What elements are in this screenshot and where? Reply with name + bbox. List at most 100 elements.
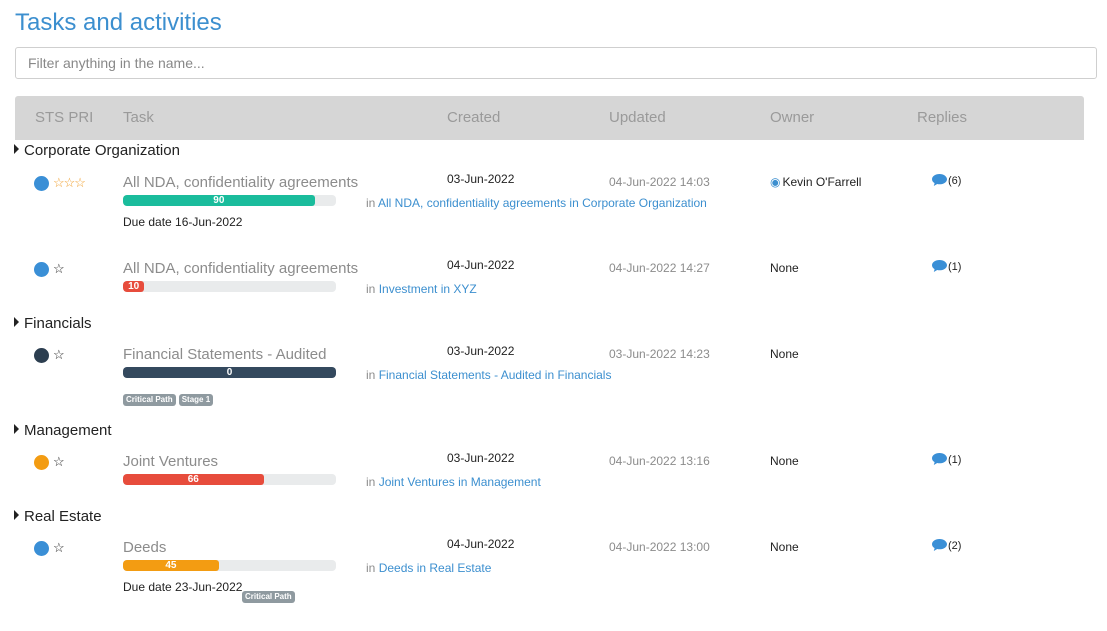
updated-date: 03-Jun-2022 14:23 [609, 347, 710, 361]
location-prefix: in [366, 282, 376, 296]
owner: None [770, 347, 799, 361]
task-name-link[interactable]: Financial Statements - Audited [123, 346, 326, 363]
location-link[interactable]: Investment in XYZ [379, 282, 477, 296]
owner: ◉ Kevin O'Farrell [770, 175, 861, 189]
location-prefix: in [366, 196, 376, 210]
replies-link[interactable]: (1) [932, 260, 961, 273]
created-date: 03-Jun-2022 [447, 172, 515, 186]
table-header: STS PRI Task Created Updated Owner Repli… [15, 96, 1084, 140]
group-name: Financials [24, 315, 92, 332]
progress-fill: 10 [123, 281, 145, 292]
chat-bubble-icon [932, 174, 947, 186]
caret-right-icon [14, 424, 19, 434]
chat-bubble-icon [932, 453, 947, 465]
location-prefix: in [366, 475, 376, 489]
chat-bubble-icon [932, 260, 947, 272]
task-tags: Critical Path Stage 1 [123, 389, 216, 407]
status-indicator[interactable] [34, 176, 49, 191]
location-link[interactable]: Joint Ventures in Management [379, 475, 541, 489]
progress-fill: 0 [123, 367, 336, 378]
priority-star-icon[interactable]: ☆ [53, 454, 65, 470]
created-date: 04-Jun-2022 [447, 537, 515, 551]
due-date: Due date 16-Jun-2022 [123, 215, 243, 229]
replies-link[interactable]: (1) [932, 453, 961, 466]
priority-star-icon[interactable]: ☆ [53, 261, 65, 277]
column-owner[interactable]: Owner [770, 109, 814, 126]
caret-right-icon [14, 144, 19, 154]
task-location: in Joint Ventures in Management [366, 475, 541, 489]
task-row: ☆ Financial Statements - Audited 0 Critical… [0, 344, 1107, 428]
progress-bar: 10 [123, 281, 336, 292]
status-indicator[interactable] [34, 262, 49, 277]
priority-star-icon[interactable]: ☆ [53, 540, 65, 556]
owner: None [770, 454, 799, 468]
task-location: in All NDA, confidentiality agreements i… [366, 196, 707, 210]
location-link[interactable]: Financial Statements - Audited in Financ… [379, 368, 612, 382]
task-name-link[interactable]: Deeds [123, 539, 166, 556]
location-prefix: in [366, 561, 376, 575]
caret-right-icon [14, 317, 19, 327]
progress-bar: 0 [123, 367, 336, 378]
progress-fill: 45 [123, 560, 219, 571]
user-circle-icon: ◉ [770, 175, 781, 189]
location-link[interactable]: Deeds in Real Estate [379, 561, 492, 575]
due-date: Due date 23-Jun-2022 [123, 580, 243, 594]
updated-date: 04-Jun-2022 13:00 [609, 540, 710, 554]
priority-star-icon[interactable]: ☆ [53, 347, 65, 363]
tag-badge: Stage 1 [178, 394, 214, 406]
task-row: ☆☆☆ All NDA, confidentiality agreements 90… [0, 172, 1107, 256]
updated-date: 04-Jun-2022 13:16 [609, 454, 710, 468]
filter-input[interactable] [15, 47, 1097, 79]
group-name: Management [24, 422, 112, 439]
replies-count: (2) [948, 540, 962, 552]
group-name: Corporate Organization [24, 142, 180, 159]
progress-bar: 66 [123, 474, 336, 485]
task-row: ☆ Joint Ventures 66 03-Jun-2022 04-Jun-2022 … [0, 451, 1107, 535]
task-name-link[interactable]: All NDA, confidentiality agreements [123, 260, 358, 277]
progress-bar: 45 [123, 560, 336, 571]
group-header[interactable]: Financials [14, 315, 92, 332]
task-location: in Deeds in Real Estate [366, 561, 491, 575]
column-task[interactable]: Task [123, 109, 154, 126]
tag-badge: Critical Path [242, 591, 295, 603]
column-created[interactable]: Created [447, 109, 500, 126]
column-replies[interactable]: Replies [917, 109, 967, 126]
group-header[interactable]: Corporate Organization [14, 142, 180, 159]
replies-count: (1) [948, 261, 962, 273]
status-indicator[interactable] [34, 348, 49, 363]
owner-name: Kevin O'Farrell [782, 175, 862, 189]
progress-fill: 66 [123, 474, 264, 485]
column-sts-pri[interactable]: STS PRI [35, 109, 93, 126]
owner: None [770, 261, 799, 275]
created-date: 03-Jun-2022 [447, 344, 515, 358]
task-name-link[interactable]: All NDA, confidentiality agreements [123, 174, 358, 191]
task-row: ☆ All NDA, confidentiality agreements 10 04… [0, 258, 1107, 342]
progress-fill: 90 [123, 195, 315, 206]
group-header[interactable]: Management [14, 422, 112, 439]
priority-star-icon[interactable]: ☆☆☆ [53, 175, 86, 191]
group-header[interactable]: Real Estate [14, 508, 102, 525]
task-name-link[interactable]: Joint Ventures [123, 453, 218, 470]
updated-date: 04-Jun-2022 14:03 [609, 175, 710, 189]
caret-right-icon [14, 510, 19, 520]
progress-bar: 90 [123, 195, 336, 206]
column-updated[interactable]: Updated [609, 109, 666, 126]
status-indicator[interactable] [34, 455, 49, 470]
created-date: 03-Jun-2022 [447, 451, 515, 465]
chat-bubble-icon [932, 539, 947, 551]
replies-count: (1) [948, 454, 962, 466]
location-link[interactable]: All NDA, confidentiality agreements in C… [378, 196, 707, 210]
created-date: 04-Jun-2022 [447, 258, 515, 272]
group-name: Real Estate [24, 508, 102, 525]
status-indicator[interactable] [34, 541, 49, 556]
task-location: in Investment in XYZ [366, 282, 477, 296]
replies-link[interactable]: (2) [932, 539, 961, 552]
due-tags: Critical Path [242, 586, 298, 604]
updated-date: 04-Jun-2022 14:27 [609, 261, 710, 275]
task-location: in Financial Statements - Audited in Fin… [366, 368, 611, 382]
replies-count: (6) [948, 175, 962, 187]
replies-link[interactable]: (6) [932, 174, 961, 187]
owner: None [770, 540, 799, 554]
page-title: Tasks and activities [15, 9, 222, 36]
task-row: ☆ Deeds 45 Due date 23-Jun-2022 Critical Pat… [0, 537, 1107, 621]
